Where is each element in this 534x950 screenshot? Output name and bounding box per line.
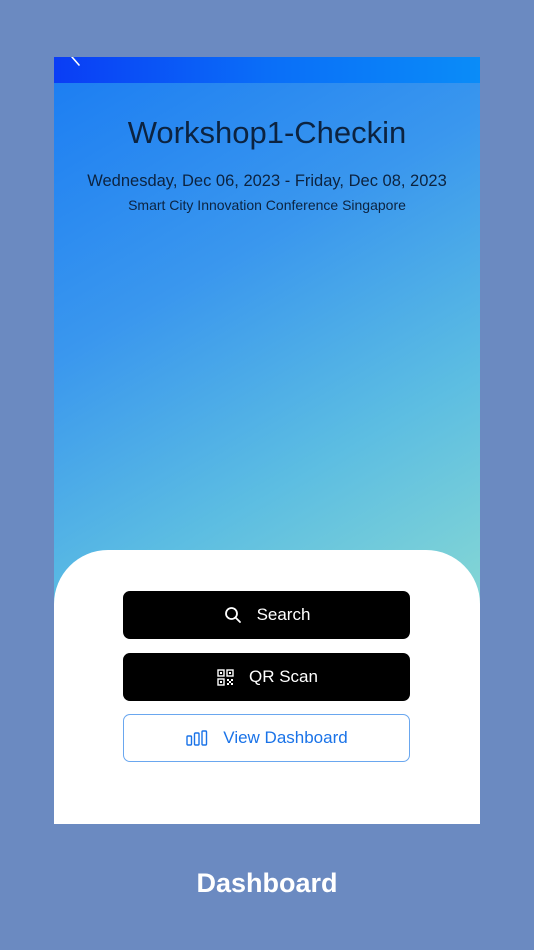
bar-chart-icon (185, 728, 209, 748)
qr-code-icon (215, 667, 235, 687)
top-bar (54, 57, 480, 83)
action-panel: Search QR Scan View Dashboard (54, 550, 480, 824)
app-screen: Workshop1-Checkin Wednesday, Dec 06, 202… (54, 57, 480, 824)
qr-scan-button[interactable]: QR Scan (123, 653, 410, 701)
chevron-left-icon[interactable] (68, 57, 82, 67)
screen-caption: Dashboard (196, 868, 338, 898)
search-icon (223, 605, 243, 625)
view-dashboard-button[interactable]: View Dashboard (123, 714, 410, 762)
event-title: Workshop1-Checkin (127, 115, 407, 150)
conference-name: Smart City Innovation Conference Singapo… (128, 197, 406, 213)
view-dashboard-button-label: View Dashboard (223, 728, 348, 747)
qr-scan-button-label: QR Scan (249, 667, 318, 686)
search-button[interactable]: Search (123, 591, 410, 639)
event-dates: Wednesday, Dec 06, 2023 - Friday, Dec 08… (87, 172, 447, 190)
search-button-label: Search (256, 605, 311, 624)
